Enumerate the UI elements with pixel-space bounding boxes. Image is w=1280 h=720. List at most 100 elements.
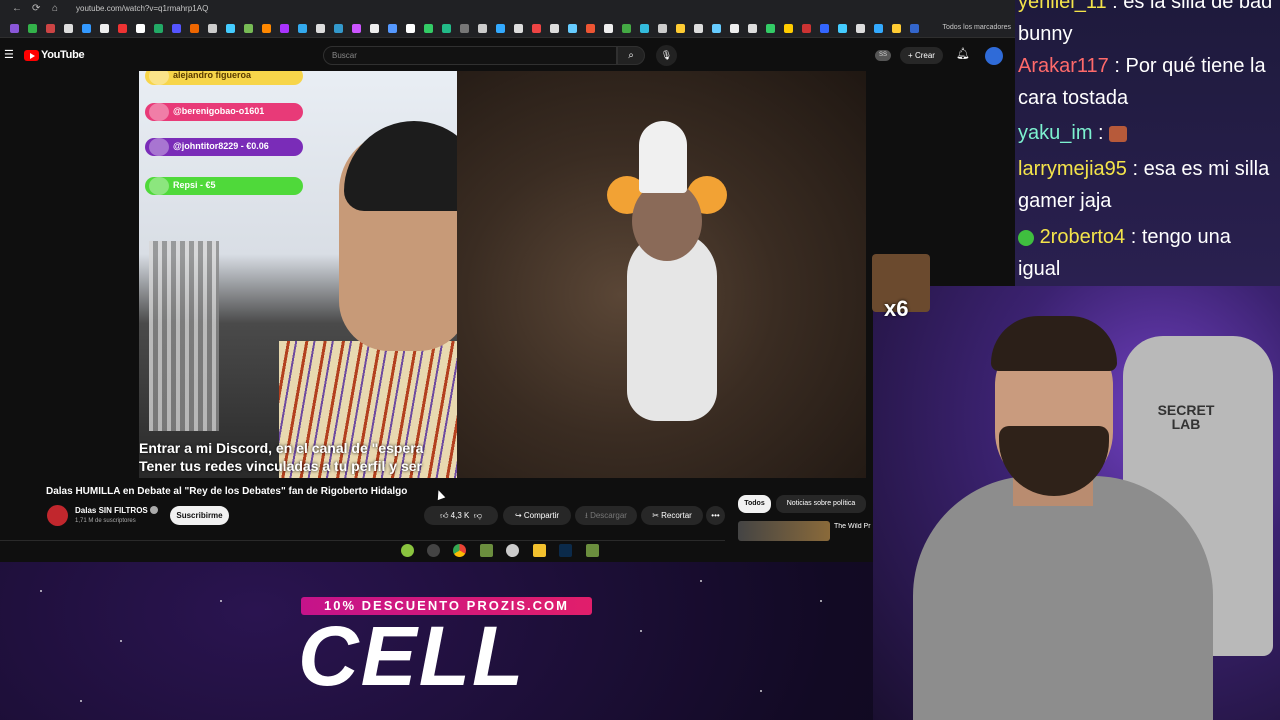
bookmark-icon[interactable] bbox=[532, 24, 541, 33]
chip-all[interactable]: Todos bbox=[738, 495, 771, 513]
bookmark-icon[interactable] bbox=[712, 24, 721, 33]
account-avatar[interactable] bbox=[985, 47, 1003, 65]
menu-icon[interactable]: ☰ bbox=[4, 48, 14, 61]
bookmark-icon[interactable] bbox=[262, 24, 271, 33]
bookmark-icon[interactable] bbox=[334, 24, 343, 33]
bookmark-icon[interactable] bbox=[442, 24, 451, 33]
bookmark-icon[interactable] bbox=[244, 24, 253, 33]
bookmark-icon[interactable] bbox=[856, 24, 865, 33]
search-input[interactable]: Buscar bbox=[323, 46, 617, 65]
download-button[interactable]: ⭳ Descargar bbox=[575, 506, 637, 525]
bookmark-icon[interactable] bbox=[316, 24, 325, 33]
app-icon[interactable] bbox=[401, 544, 414, 557]
bookmark-icon[interactable] bbox=[352, 24, 361, 33]
bookmark-icon[interactable] bbox=[874, 24, 883, 33]
bookmark-icon[interactable] bbox=[604, 24, 613, 33]
bookmark-icon[interactable] bbox=[478, 24, 487, 33]
dancing-rat bbox=[607, 121, 727, 421]
app-icon[interactable] bbox=[480, 544, 493, 557]
chat-message: Arakar117 : Por qué tiene la cara tostad… bbox=[1018, 50, 1276, 114]
reload-icon[interactable]: ⟳ bbox=[32, 3, 40, 14]
folder-icon[interactable] bbox=[533, 544, 546, 557]
donation-alert: Repsi - €5 bbox=[145, 177, 303, 195]
notifications-bell-icon[interactable]: 🔔︎ bbox=[956, 47, 970, 60]
bookmark-icon[interactable] bbox=[136, 24, 145, 33]
extension-badge[interactable]: SS bbox=[875, 50, 891, 61]
address-field[interactable]: youtube.com/watch?v=q1rmahrp1AQ bbox=[76, 4, 208, 13]
donation-alert: alejandro figueroa bbox=[145, 71, 303, 85]
bookmark-icon[interactable] bbox=[802, 24, 811, 33]
channel-avatar[interactable] bbox=[47, 505, 68, 526]
bookmark-icon[interactable] bbox=[172, 24, 181, 33]
photoshop-icon[interactable] bbox=[559, 544, 572, 557]
bookmark-icon[interactable] bbox=[784, 24, 793, 33]
back-icon[interactable]: ← bbox=[12, 3, 22, 14]
bookmark-icon[interactable] bbox=[64, 24, 73, 33]
chat-text: : bbox=[1098, 122, 1104, 144]
dislike-icon[interactable]: 👎︎ bbox=[472, 511, 482, 520]
subscribe-button[interactable]: Suscribirme bbox=[170, 506, 229, 525]
like-icon[interactable]: 👍︎ bbox=[440, 511, 448, 520]
like-count[interactable]: 4,3 K bbox=[451, 511, 470, 520]
share-icon: ↪ bbox=[514, 511, 524, 520]
create-button[interactable]: + Crear bbox=[900, 47, 943, 64]
bookmark-icon[interactable] bbox=[298, 24, 307, 33]
app-icon[interactable] bbox=[586, 544, 599, 557]
bookmark-icon[interactable] bbox=[658, 24, 667, 33]
verified-icon bbox=[150, 506, 158, 514]
bookmark-icon[interactable] bbox=[460, 24, 469, 33]
bookmark-icon[interactable] bbox=[10, 24, 19, 33]
more-actions-button[interactable]: ••• bbox=[706, 506, 725, 525]
youtube-logo-icon[interactable] bbox=[24, 50, 39, 61]
coin-icon bbox=[149, 138, 169, 156]
download-label: Descargar bbox=[590, 511, 627, 520]
bookmark-icon[interactable] bbox=[550, 24, 559, 33]
bookmark-icon[interactable] bbox=[226, 24, 235, 33]
bookmark-icon[interactable] bbox=[586, 24, 595, 33]
microphone-icon[interactable]: 🎙 bbox=[656, 45, 677, 66]
bookmark-icon[interactable] bbox=[154, 24, 163, 33]
share-button[interactable]: ↪ Compartir bbox=[503, 506, 571, 525]
bookmark-icon[interactable] bbox=[28, 24, 37, 33]
home-icon[interactable]: ⌂ bbox=[52, 3, 58, 14]
bookmark-icon[interactable] bbox=[100, 24, 109, 33]
bookmark-icon[interactable] bbox=[622, 24, 631, 33]
bookmark-icon[interactable] bbox=[910, 24, 919, 33]
app-icon[interactable] bbox=[427, 544, 440, 557]
bookmark-icon[interactable] bbox=[820, 24, 829, 33]
bookmark-icon[interactable] bbox=[424, 24, 433, 33]
bookmark-icon[interactable] bbox=[892, 24, 901, 33]
bookmark-icon[interactable] bbox=[640, 24, 649, 33]
all-bookmarks-folder[interactable]: Todos los marcadores bbox=[943, 24, 1011, 31]
channel-name[interactable]: Dalas SIN FILTROS bbox=[75, 506, 148, 515]
chrome-icon[interactable] bbox=[453, 544, 466, 557]
bookmark-icon[interactable] bbox=[370, 24, 379, 33]
bookmark-icon[interactable] bbox=[514, 24, 523, 33]
clip-button[interactable]: ✂ Recortar bbox=[641, 506, 703, 525]
bookmark-icon[interactable] bbox=[496, 24, 505, 33]
bookmark-icon[interactable] bbox=[694, 24, 703, 33]
bookmark-icon[interactable] bbox=[280, 24, 289, 33]
bookmark-icon[interactable] bbox=[388, 24, 397, 33]
bookmark-icon[interactable] bbox=[676, 24, 685, 33]
bookmark-icon[interactable] bbox=[208, 24, 217, 33]
bookmark-icon[interactable] bbox=[190, 24, 199, 33]
recommended-title[interactable]: The Wild Pr bbox=[834, 523, 876, 530]
bookmark-icon[interactable] bbox=[46, 24, 55, 33]
chip-politics-news[interactable]: Noticias sobre política bbox=[776, 495, 866, 513]
create-label: Crear bbox=[914, 51, 935, 60]
bookmark-icon[interactable] bbox=[730, 24, 739, 33]
recommended-thumbnail[interactable] bbox=[738, 521, 830, 541]
app-icon[interactable] bbox=[506, 544, 519, 557]
bookmark-icon[interactable] bbox=[82, 24, 91, 33]
bookmark-icon[interactable] bbox=[406, 24, 415, 33]
video-player[interactable]: alejandro figueroa @berenigobao-o1601 @j… bbox=[139, 71, 866, 478]
subtitle-line: Tener tus redes vinculadas a tu perfil y… bbox=[139, 458, 422, 474]
bookmark-icon[interactable] bbox=[118, 24, 127, 33]
search-icon[interactable]: ⌕ bbox=[617, 46, 645, 65]
bookmark-icon[interactable] bbox=[748, 24, 757, 33]
bookmark-icon[interactable] bbox=[838, 24, 847, 33]
youtube-logo-text[interactable]: YouTube bbox=[41, 49, 85, 61]
bookmark-icon[interactable] bbox=[568, 24, 577, 33]
bookmark-icon[interactable] bbox=[766, 24, 775, 33]
